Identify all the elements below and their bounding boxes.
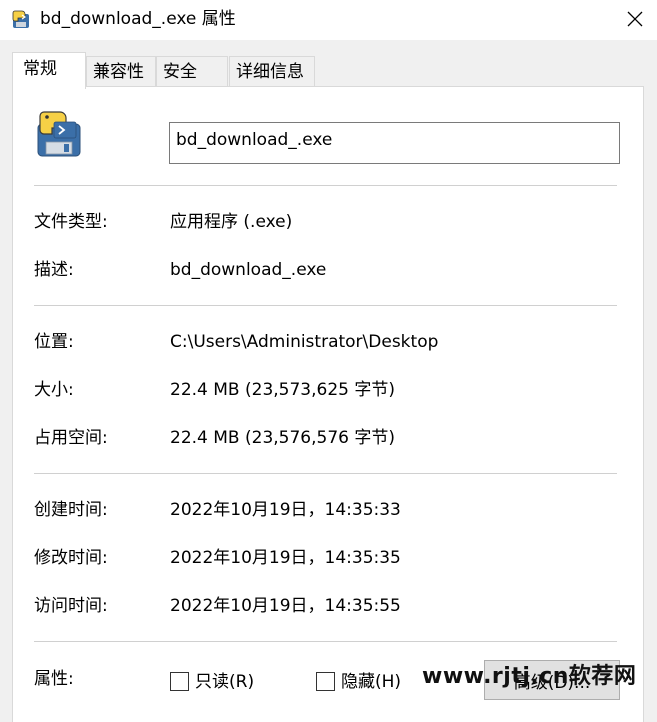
close-icon <box>627 11 642 27</box>
attributes-label: 属性: <box>34 669 74 689</box>
readonly-checkbox[interactable] <box>170 672 189 691</box>
divider <box>34 305 617 306</box>
divider <box>34 641 617 642</box>
modified-label: 修改时间: <box>34 548 108 568</box>
hidden-checkbox[interactable] <box>316 672 335 691</box>
size-value: 22.4 MB (23,573,625 字节) <box>170 380 395 400</box>
divider <box>34 473 617 474</box>
general-panel <box>12 86 644 722</box>
file-type-label: 文件类型: <box>34 212 108 232</box>
title-bar: bd_download_.exe 属性 <box>0 0 657 40</box>
tab-security[interactable]: 安全 <box>156 56 228 88</box>
location-label: 位置: <box>34 332 74 352</box>
modified-value: 2022年10月19日，14:35:35 <box>170 548 401 568</box>
file-name-input[interactable] <box>169 122 620 164</box>
watermark: www.rjtj.cn软荐网 <box>422 664 637 689</box>
tab-details[interactable]: 详细信息 <box>229 56 315 88</box>
size-on-disk-label: 占用空间: <box>34 428 108 448</box>
size-label: 大小: <box>34 380 74 400</box>
tab-compatibility[interactable]: 兼容性 <box>86 56 156 88</box>
close-button[interactable] <box>612 0 657 38</box>
tab-label: 兼容性 <box>93 62 144 82</box>
description-value: bd_download_.exe <box>170 260 327 280</box>
file-type-value: 应用程序 (.exe) <box>170 212 293 232</box>
description-label: 描述: <box>34 260 74 280</box>
created-value: 2022年10月19日，14:35:33 <box>170 500 401 520</box>
created-label: 创建时间: <box>34 500 108 520</box>
tab-general[interactable]: 常规 <box>12 52 86 89</box>
size-on-disk-value: 22.4 MB (23,576,576 字节) <box>170 428 395 448</box>
accessed-label: 访问时间: <box>34 596 108 616</box>
tab-label: 常规 <box>23 59 57 79</box>
tab-label: 详细信息 <box>236 62 304 82</box>
tab-label: 安全 <box>163 62 197 82</box>
window-title: bd_download_.exe 属性 <box>40 9 236 29</box>
hidden-label[interactable]: 隐藏(H) <box>341 671 401 693</box>
divider <box>34 185 617 186</box>
python-file-icon <box>37 111 81 157</box>
python-file-icon <box>12 10 29 28</box>
readonly-label[interactable]: 只读(R) <box>195 671 254 693</box>
tab-strip: 常规 兼容性 安全 详细信息 <box>0 40 657 89</box>
accessed-value: 2022年10月19日，14:35:55 <box>170 596 401 616</box>
location-value: C:\Users\Administrator\Desktop <box>170 332 439 352</box>
